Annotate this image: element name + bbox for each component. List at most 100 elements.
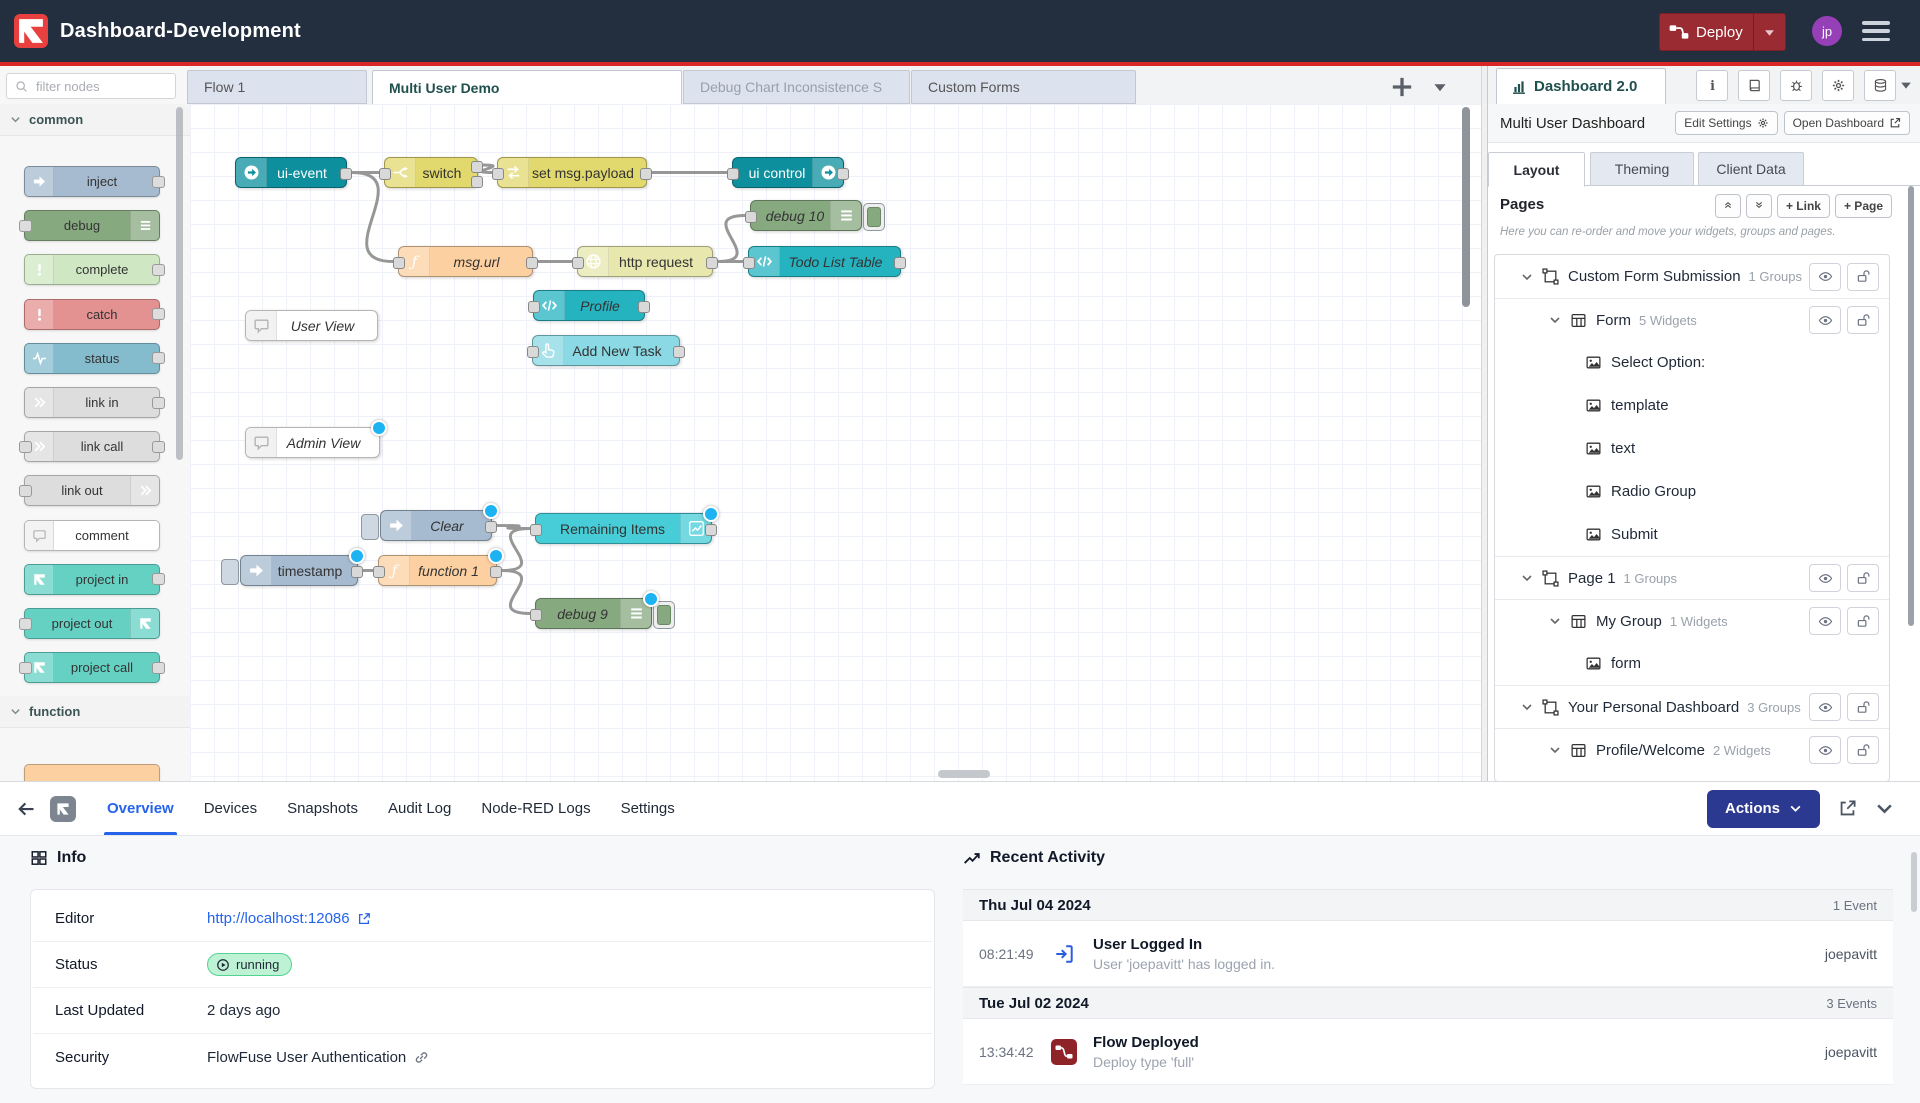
sidebar-splitter[interactable] bbox=[1481, 66, 1488, 782]
lock-open-button[interactable] bbox=[1847, 693, 1879, 721]
flow-tab-Multi-User-Demo[interactable]: Multi User Demo bbox=[372, 70, 682, 105]
flow-node-timestamp[interactable]: timestamp bbox=[240, 555, 358, 586]
input-port[interactable] bbox=[527, 346, 539, 358]
activity-event-row[interactable]: 08:21:49User Logged InUser 'joepavitt' h… bbox=[963, 921, 1893, 987]
input-port[interactable] bbox=[572, 257, 584, 269]
visibility-eye-button[interactable] bbox=[1809, 306, 1841, 334]
tree-row-template[interactable]: template bbox=[1495, 384, 1889, 427]
palette-node-link-call[interactable]: link call bbox=[24, 431, 160, 462]
tree-row-page-1[interactable]: Page 11 Groups bbox=[1495, 556, 1889, 599]
output-port[interactable] bbox=[485, 521, 497, 533]
flow-node-user-view[interactable]: User View bbox=[245, 310, 378, 341]
tree-row-radio-group[interactable]: Radio Group bbox=[1495, 470, 1889, 513]
instance-tab-audit-log[interactable]: Audit Log bbox=[373, 782, 466, 835]
visibility-eye-button[interactable] bbox=[1809, 564, 1841, 592]
flow-canvas[interactable]: ui-eventswitchset msg.payloadui controld… bbox=[190, 104, 1481, 781]
output-port[interactable] bbox=[152, 397, 165, 409]
palette-category-common[interactable]: common bbox=[0, 104, 190, 136]
output-port[interactable] bbox=[673, 346, 685, 358]
canvas-vertical-scrollbar[interactable] bbox=[1462, 107, 1470, 307]
lock-open-button[interactable] bbox=[1847, 263, 1879, 291]
sidebar-gear-button[interactable] bbox=[1822, 70, 1854, 101]
visibility-eye-button[interactable] bbox=[1809, 736, 1841, 764]
sidebar-tab-dashboard[interactable]: Dashboard 2.0 bbox=[1496, 68, 1666, 104]
output-port[interactable] bbox=[152, 308, 165, 320]
palette-node-complete[interactable]: complete bbox=[24, 254, 160, 285]
palette-category-function[interactable]: function bbox=[0, 696, 190, 728]
output-port[interactable] bbox=[152, 176, 165, 188]
flow-node-msg-url[interactable]: ƒmsg.url bbox=[398, 246, 533, 277]
input-port[interactable] bbox=[19, 618, 32, 630]
filter-nodes-input[interactable] bbox=[34, 78, 158, 95]
palette-node-comment[interactable]: comment bbox=[24, 520, 160, 551]
open-editor-icon[interactable] bbox=[1838, 799, 1857, 818]
sidebar-tab-layout[interactable]: Layout bbox=[1488, 152, 1585, 187]
flow-list-caret[interactable] bbox=[1433, 80, 1447, 94]
sidebar-bug-button[interactable] bbox=[1780, 70, 1812, 101]
visibility-eye-button[interactable] bbox=[1809, 693, 1841, 721]
output-port[interactable] bbox=[351, 566, 363, 578]
wire[interactable] bbox=[502, 529, 530, 571]
tree-row-form[interactable]: Form5 Widgets bbox=[1495, 298, 1889, 341]
flow-node-add-new-task[interactable]: Add New Task bbox=[532, 335, 680, 366]
output-port-1[interactable] bbox=[471, 161, 483, 173]
input-port[interactable] bbox=[745, 211, 757, 223]
back-arrow-icon[interactable] bbox=[16, 799, 36, 819]
output-port[interactable] bbox=[152, 573, 165, 585]
input-port[interactable] bbox=[492, 168, 504, 180]
actions-button[interactable]: Actions bbox=[1707, 790, 1820, 828]
chevron-down-icon[interactable] bbox=[1549, 615, 1561, 627]
avatar[interactable]: jp bbox=[1812, 16, 1842, 46]
sidebar-tab-client-data[interactable]: Client Data bbox=[1698, 152, 1804, 186]
output-port-2[interactable] bbox=[471, 176, 483, 188]
output-port[interactable] bbox=[152, 441, 165, 453]
link-chain-icon[interactable] bbox=[414, 1050, 429, 1065]
bottom-panel-scrollbar[interactable] bbox=[1911, 852, 1917, 912]
input-port[interactable] bbox=[743, 257, 755, 269]
flow-tab-Flow-1[interactable]: Flow 1 bbox=[187, 70, 367, 104]
expand-all-button[interactable] bbox=[1746, 194, 1772, 218]
output-port[interactable] bbox=[490, 566, 502, 578]
palette-scrollbar[interactable] bbox=[176, 107, 183, 460]
palette-node-project-out[interactable]: project out bbox=[24, 608, 160, 639]
filter-nodes-input-wrap[interactable] bbox=[6, 73, 176, 99]
output-port[interactable] bbox=[152, 264, 165, 276]
flow-node-clear[interactable]: Clear bbox=[380, 510, 492, 541]
visibility-eye-button[interactable] bbox=[1809, 607, 1841, 635]
deploy-options-caret[interactable] bbox=[1753, 14, 1785, 50]
visibility-eye-button[interactable] bbox=[1809, 263, 1841, 291]
instance-tab-devices[interactable]: Devices bbox=[189, 782, 272, 835]
wire[interactable] bbox=[718, 216, 745, 262]
flow-node-debug-10[interactable]: debug 10 bbox=[750, 200, 862, 231]
flow-node-remaining-items[interactable]: Remaining Items bbox=[535, 513, 712, 544]
flow-node-switch[interactable]: switch bbox=[384, 157, 478, 188]
deploy-button[interactable]: Deploy bbox=[1659, 13, 1786, 51]
flow-node-ui-event[interactable]: ui-event bbox=[235, 157, 347, 188]
chevron-down-icon[interactable] bbox=[1521, 701, 1533, 713]
output-port[interactable] bbox=[837, 168, 849, 180]
output-port[interactable] bbox=[640, 168, 652, 180]
input-port[interactable] bbox=[19, 485, 32, 497]
instance-tab-overview[interactable]: Overview bbox=[92, 782, 189, 835]
debug-toggle-button[interactable] bbox=[863, 203, 885, 231]
tree-row-profile-welcome[interactable]: Profile/Welcome2 Widgets bbox=[1495, 728, 1889, 771]
edit-settings-button[interactable]: Edit Settings bbox=[1675, 111, 1777, 135]
lock-open-button[interactable] bbox=[1847, 736, 1879, 764]
flow-node-function-1[interactable]: ƒfunction 1 bbox=[378, 555, 497, 586]
add-link-button[interactable]: + Link bbox=[1777, 194, 1830, 218]
sidebar-book-button[interactable] bbox=[1738, 70, 1770, 101]
input-port[interactable] bbox=[19, 220, 32, 232]
add-page-button[interactable]: + Page bbox=[1835, 194, 1892, 218]
instance-tab-settings[interactable]: Settings bbox=[606, 782, 690, 835]
debug-toggle-button[interactable] bbox=[653, 601, 675, 629]
sidebar-db-button[interactable] bbox=[1864, 70, 1896, 101]
add-flow-button[interactable] bbox=[1391, 76, 1413, 98]
collapse-panel-icon[interactable] bbox=[1875, 799, 1894, 818]
flow-node-set-msg-payload[interactable]: set msg.payload bbox=[497, 157, 647, 188]
tree-row-custom-form-submission[interactable]: Custom Form Submission1 Groups bbox=[1495, 255, 1889, 298]
lock-open-button[interactable] bbox=[1847, 564, 1879, 592]
tree-row-my-group[interactable]: My Group1 Widgets bbox=[1495, 599, 1889, 642]
output-port[interactable] bbox=[638, 301, 650, 313]
main-menu-icon[interactable] bbox=[1862, 21, 1890, 41]
input-port[interactable] bbox=[373, 566, 385, 578]
